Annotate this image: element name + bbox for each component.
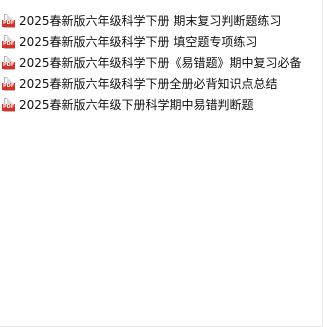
pdf-label: PDF: [2, 62, 16, 69]
pdf-icon: PDF: [2, 35, 16, 50]
file-row-2[interactable]: PDF 2025春新版六年级科学下册 填空题专项练习: [2, 32, 320, 53]
file-row-5[interactable]: PDF 2025春新版六年级下册科学期中易错判断题: [2, 95, 320, 116]
file-name: 2025春新版六年级科学下册全册必背知识点总结: [19, 77, 278, 91]
file-list-window: PDF 2025春新版六年级科学下册 期末复习判断题练习 PDF 2025春新版…: [0, 0, 323, 327]
pdf-label: PDF: [2, 104, 16, 111]
file-name: 2025春新版六年级下册科学期中易错判断题: [19, 98, 254, 112]
file-name: 2025春新版六年级科学下册 期末复习判断题练习: [19, 14, 282, 28]
file-list: PDF 2025春新版六年级科学下册 期末复习判断题练习 PDF 2025春新版…: [2, 11, 320, 116]
file-row-1[interactable]: PDF 2025春新版六年级科学下册 期末复习判断题练习: [2, 11, 320, 32]
file-name: 2025春新版六年级科学下册 填空题专项练习: [19, 35, 258, 49]
pdf-label: PDF: [2, 83, 16, 90]
file-name: 2025春新版六年级科学下册《易错题》期中复习必备: [19, 56, 302, 70]
file-row-3[interactable]: PDF 2025春新版六年级科学下册《易错题》期中复习必备: [2, 53, 320, 74]
file-row-4[interactable]: PDF 2025春新版六年级科学下册全册必背知识点总结: [2, 74, 320, 95]
pdf-icon: PDF: [2, 77, 16, 92]
pdf-icon: PDF: [2, 98, 16, 113]
pdf-icon: PDF: [2, 56, 16, 71]
pdf-label: PDF: [2, 41, 16, 48]
pdf-icon: PDF: [2, 14, 16, 29]
pdf-label: PDF: [2, 20, 16, 27]
